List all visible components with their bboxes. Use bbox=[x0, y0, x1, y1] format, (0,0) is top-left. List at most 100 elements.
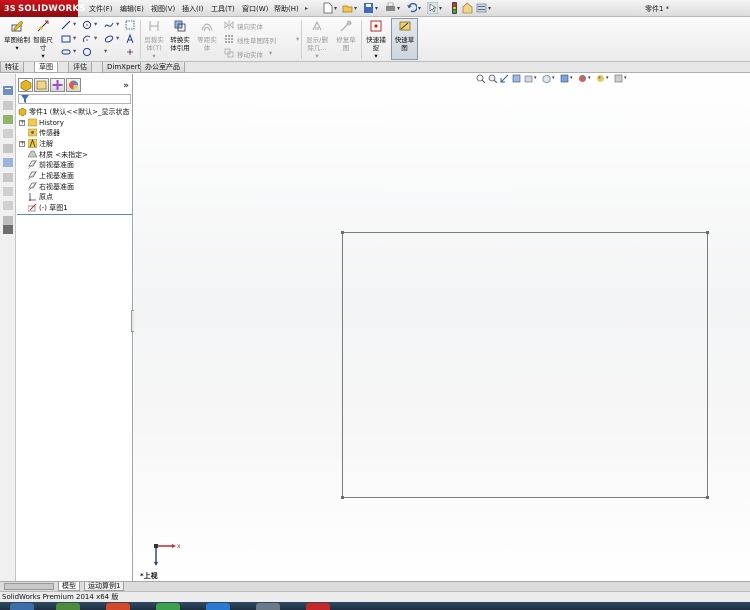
design-library-icon[interactable] bbox=[3, 115, 13, 124]
display-delete-relations-button[interactable]: 显示/删 除几... ▾ bbox=[304, 19, 330, 60]
custom-properties-icon[interactable] bbox=[3, 187, 13, 196]
apply-scene-icon[interactable] bbox=[614, 74, 623, 83]
print-icon[interactable] bbox=[385, 2, 396, 14]
trim-dropdown-icon[interactable]: ▾ bbox=[143, 52, 165, 60]
linear-pattern-label[interactable]: 线性草图阵列 bbox=[237, 35, 276, 45]
mirror-label[interactable]: 镜向实体 bbox=[237, 21, 263, 31]
view-palette-icon[interactable] bbox=[3, 158, 13, 167]
expand-plus-icon[interactable]: + bbox=[19, 120, 25, 126]
forum-icon[interactable] bbox=[3, 201, 13, 210]
polygon-icon[interactable] bbox=[82, 47, 92, 57]
sketch-point[interactable] bbox=[706, 231, 709, 234]
select-cursor-icon[interactable] bbox=[427, 2, 438, 14]
view-orientation-dropdown-icon[interactable]: ▾ bbox=[534, 75, 537, 81]
circle-icon[interactable] bbox=[82, 20, 92, 30]
display-manager-tab[interactable] bbox=[66, 78, 81, 92]
resources-icon[interactable] bbox=[3, 86, 13, 95]
hide-show-items-icon[interactable] bbox=[578, 74, 587, 83]
help-dropdown-icon[interactable]: ▸ bbox=[305, 5, 308, 12]
sketch-point[interactable] bbox=[341, 231, 344, 234]
ellipse-dropdown-icon[interactable]: ▾ bbox=[116, 34, 119, 42]
taskbar-app-icon[interactable] bbox=[156, 603, 180, 610]
taskbar-app-icon[interactable] bbox=[206, 603, 230, 610]
feature-manager-tab[interactable] bbox=[18, 78, 33, 92]
text-icon[interactable] bbox=[125, 34, 135, 44]
move-dropdown-icon[interactable]: ▾ bbox=[269, 49, 272, 57]
menu-help[interactable]: 帮助(H) bbox=[274, 4, 299, 14]
search-icon[interactable] bbox=[3, 144, 13, 153]
configuration-manager-tab[interactable] bbox=[50, 78, 65, 92]
menu-file[interactable]: 文件(F) bbox=[89, 4, 113, 14]
smart-sketch-icon[interactable] bbox=[125, 20, 135, 30]
rectangle-dropdown-icon[interactable]: ▾ bbox=[73, 34, 76, 42]
repair-sketch-button[interactable]: 修复草 图 bbox=[334, 19, 358, 52]
open-dropdown-icon[interactable]: ▾ bbox=[354, 5, 357, 12]
circle-dropdown-icon[interactable]: ▾ bbox=[94, 20, 97, 28]
rapid-sketch-button[interactable]: 快速草 图 bbox=[391, 18, 418, 60]
section-view-icon[interactable] bbox=[512, 74, 521, 83]
solidworks-taskbar-icon[interactable] bbox=[306, 603, 330, 610]
menu-edit[interactable]: 编辑(E) bbox=[120, 4, 144, 14]
new-document-icon[interactable] bbox=[322, 2, 333, 14]
undo-icon[interactable] bbox=[406, 2, 417, 14]
tab-motion-study[interactable]: 运动算例1 bbox=[84, 582, 125, 591]
tab-features[interactable]: 特征 bbox=[0, 62, 24, 73]
sketch-point[interactable] bbox=[706, 496, 709, 499]
hide-show-dropdown-icon[interactable]: ▾ bbox=[570, 75, 573, 81]
edit-appearance-icon[interactable] bbox=[596, 74, 605, 83]
scene-dropdown-icon[interactable]: ▾ bbox=[606, 75, 609, 81]
menu-window[interactable]: 窗口(W) bbox=[242, 4, 268, 14]
graphics-area[interactable]: ▾ ▾ ▾ ▾ ▾ ▾ x *上视 bbox=[134, 73, 750, 581]
display-style-icon[interactable] bbox=[560, 74, 569, 83]
tab-evaluate[interactable]: 评估 bbox=[68, 62, 92, 73]
linear-pattern-icon[interactable] bbox=[224, 34, 234, 44]
smart-dimension-button[interactable]: 智能尺 寸 ▾ bbox=[31, 19, 55, 60]
rollback-bar[interactable] bbox=[17, 214, 132, 215]
undo-dropdown-icon[interactable]: ▾ bbox=[418, 5, 421, 12]
taskbar-app-icon[interactable] bbox=[256, 603, 280, 610]
zoom-to-area-icon[interactable] bbox=[488, 74, 497, 83]
save-dropdown-icon[interactable]: ▾ bbox=[375, 5, 378, 12]
new-dropdown-icon[interactable]: ▾ bbox=[334, 5, 337, 12]
tab-sketch[interactable]: 草图 bbox=[34, 62, 58, 73]
previous-view-icon[interactable] bbox=[500, 74, 509, 83]
menu-view[interactable]: 视图(V) bbox=[151, 4, 175, 14]
line-dropdown-icon[interactable]: ▾ bbox=[73, 20, 76, 28]
view-orientation-icon[interactable] bbox=[542, 74, 551, 83]
pattern-dropdown-icon[interactable]: ▾ bbox=[296, 35, 299, 43]
save-icon[interactable] bbox=[363, 2, 374, 14]
options-icon[interactable] bbox=[476, 2, 487, 14]
start-button[interactable] bbox=[10, 603, 34, 610]
zoom-to-fit-icon[interactable] bbox=[476, 74, 485, 83]
sketch-dropdown-icon[interactable]: ▾ bbox=[4, 44, 30, 52]
offset-entities-button[interactable]: 等距实 体 bbox=[196, 19, 218, 52]
relations-dropdown-icon[interactable]: ▾ bbox=[304, 52, 330, 60]
line-icon[interactable] bbox=[61, 20, 71, 30]
printer-3d-icon[interactable] bbox=[3, 225, 13, 234]
tree-filter[interactable] bbox=[18, 94, 131, 104]
slot-dropdown-icon[interactable]: ▾ bbox=[73, 47, 76, 55]
arc-icon[interactable] bbox=[82, 34, 92, 44]
trim-entities-button[interactable]: 剪裁实 体(T) ▾ bbox=[143, 19, 165, 60]
convert-entities-button[interactable]: 转换实 体引用 bbox=[168, 19, 192, 52]
tab-office-products[interactable]: 办公室产品 bbox=[140, 62, 185, 73]
library-icon[interactable] bbox=[3, 101, 13, 110]
expand-panel-icon[interactable]: » bbox=[123, 81, 129, 91]
tab-dimxpert[interactable]: DimXpert bbox=[102, 62, 146, 73]
dynamic-annotation-icon[interactable] bbox=[524, 74, 533, 83]
mirror-icon[interactable] bbox=[224, 20, 234, 30]
arc-dropdown-icon[interactable]: ▾ bbox=[94, 34, 97, 42]
menu-tools[interactable]: 工具(T) bbox=[211, 4, 235, 14]
taskbar-app-icon[interactable] bbox=[106, 603, 130, 610]
ellipse-icon[interactable] bbox=[104, 34, 114, 44]
quick-snaps-dropdown-icon[interactable]: ▾ bbox=[364, 52, 388, 60]
file-properties-icon[interactable] bbox=[462, 2, 473, 14]
appearance-dropdown-icon[interactable]: ▾ bbox=[588, 75, 591, 81]
point-icon[interactable] bbox=[125, 47, 135, 57]
display-style-dropdown-icon[interactable]: ▾ bbox=[552, 75, 555, 81]
sketch-button[interactable]: 草图绘制 ▾ bbox=[4, 19, 30, 52]
tab-scroll-arrows[interactable] bbox=[4, 583, 54, 590]
slot-icon[interactable] bbox=[61, 47, 71, 57]
menu-insert[interactable]: 插入(I) bbox=[182, 4, 204, 14]
move-label[interactable]: 移动实体 bbox=[237, 49, 263, 59]
